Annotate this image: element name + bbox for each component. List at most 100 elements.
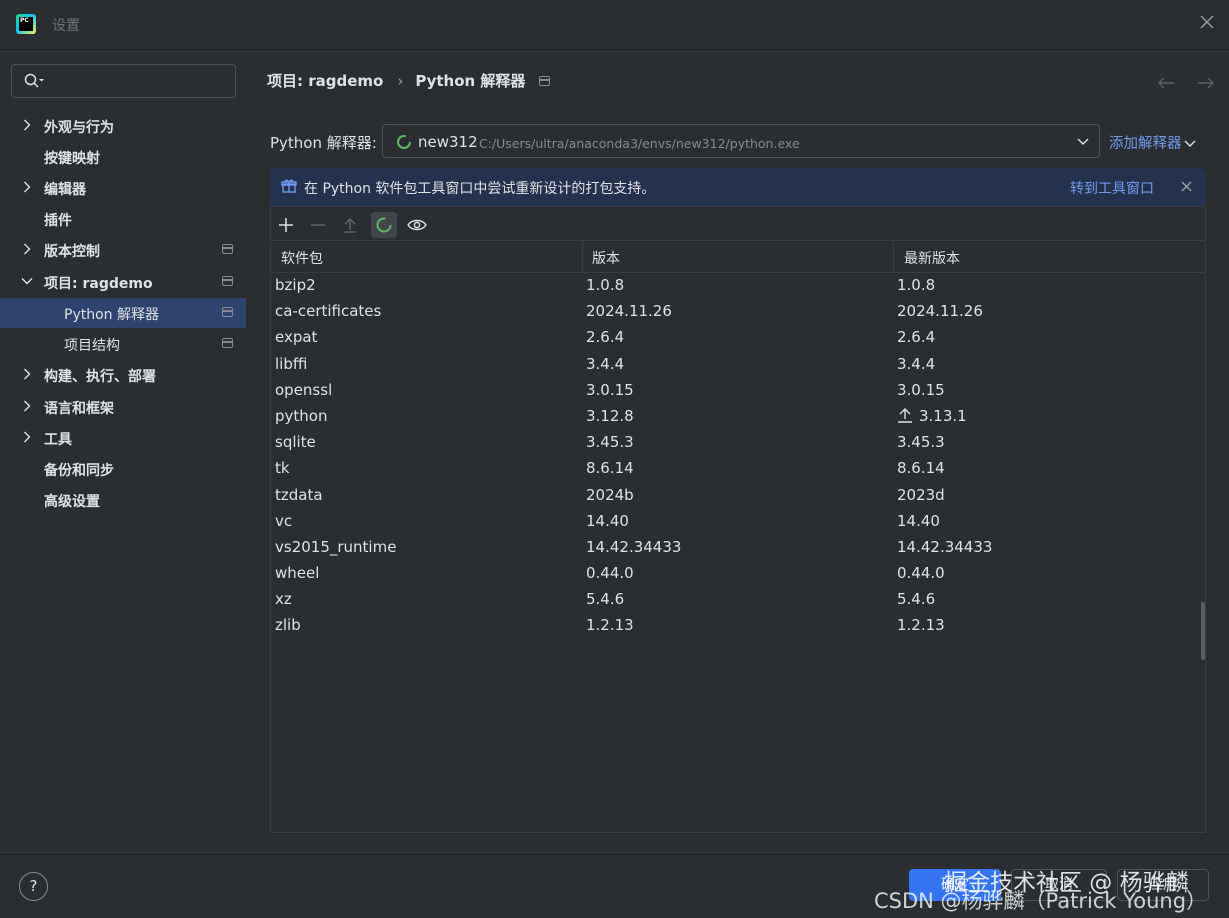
- loading-spinner-icon: [397, 135, 411, 149]
- column-header-latest[interactable]: 最新版本: [904, 248, 960, 268]
- table-row[interactable]: wheel 0.44.0 0.44.0: [271, 561, 1205, 587]
- chevron-right-icon[interactable]: [21, 181, 33, 193]
- package-name: wheel: [275, 564, 320, 583]
- latest-version-text: 2.6.4: [897, 328, 936, 347]
- upgrade-available-icon: [898, 407, 912, 423]
- open-tool-window-link[interactable]: 转到工具窗口: [1070, 178, 1154, 198]
- package-latest-version: 5.4.6: [897, 590, 935, 608]
- refresh-button[interactable]: [371, 212, 397, 238]
- uninstall-package-button[interactable]: [305, 212, 331, 238]
- package-name: tk: [275, 459, 290, 478]
- search-input[interactable]: [52, 71, 227, 91]
- close-icon[interactable]: [1181, 181, 1192, 192]
- sidebar-item[interactable]: 项目: ragdemo: [0, 267, 246, 297]
- plus-icon: [279, 218, 293, 232]
- table-row[interactable]: vs2015_runtime 14.42.34433 14.42.34433: [271, 535, 1205, 561]
- column-header-version[interactable]: 版本: [592, 248, 620, 268]
- table-row[interactable]: libffi 3.4.4 3.4.4: [271, 352, 1205, 378]
- sidebar-item[interactable]: 版本控制: [0, 235, 246, 265]
- breadcrumb-project[interactable]: 项目: ragdemo: [267, 70, 383, 91]
- sidebar-item[interactable]: 构建、执行、部署: [0, 360, 246, 390]
- chevron-right-icon[interactable]: [21, 400, 33, 412]
- chevron-down-icon: [1077, 138, 1089, 145]
- pin-icon: [222, 276, 233, 286]
- chevron-right-icon[interactable]: [21, 243, 33, 255]
- chevron-down-icon: [1184, 140, 1195, 147]
- forward-arrow-icon[interactable]: [1198, 77, 1214, 89]
- install-package-button[interactable]: [273, 212, 299, 238]
- sidebar-item-label: 构建、执行、部署: [44, 369, 156, 385]
- sidebar-item[interactable]: 按键映射: [0, 142, 246, 172]
- package-name: libffi: [275, 354, 308, 373]
- sidebar-item[interactable]: Python 解释器: [0, 298, 246, 328]
- sidebar-item[interactable]: 语言和框架: [0, 392, 246, 422]
- sidebar-item-label: 项目: ragdemo: [44, 276, 153, 292]
- sidebar-item-label: 语言和框架: [44, 401, 114, 417]
- history-nav: [1158, 77, 1214, 89]
- sidebar-item[interactable]: 备份和同步: [0, 454, 246, 484]
- table-row[interactable]: expat 2.6.4 2.6.4: [271, 325, 1205, 351]
- notification-banner: 在 Python 软件包工具窗口中尝试重新设计的打包支持。 转到工具窗口: [270, 168, 1206, 206]
- package-version: 2024.11.26: [586, 302, 672, 321]
- package-name: openssl: [275, 380, 333, 399]
- pin-icon: [222, 244, 233, 254]
- sidebar-item[interactable]: 项目结构: [0, 329, 246, 359]
- sidebar-item[interactable]: 高级设置: [0, 485, 246, 515]
- show-early-releases-button[interactable]: [403, 212, 429, 238]
- package-version: 1.2.13: [586, 616, 634, 635]
- gift-icon: [281, 179, 297, 193]
- latest-version-text: 14.40: [897, 511, 940, 530]
- table-row[interactable]: openssl 3.0.15 3.0.15: [271, 378, 1205, 404]
- chevron-right-icon[interactable]: [21, 368, 33, 380]
- table-row[interactable]: python 3.12.8 3.13.1: [271, 404, 1205, 430]
- sidebar-item-label: 编辑器: [44, 182, 86, 198]
- sidebar-item-label: 高级设置: [44, 494, 100, 510]
- sidebar-item[interactable]: 编辑器: [0, 173, 246, 203]
- help-button[interactable]: ?: [19, 872, 48, 901]
- table-row[interactable]: sqlite 3.45.3 3.45.3: [271, 430, 1205, 456]
- table-row[interactable]: bzip2 1.0.8 1.0.8: [271, 273, 1205, 299]
- sidebar-item-label: Python 解释器: [64, 307, 159, 323]
- sidebar-item-label: 插件: [44, 213, 72, 229]
- table-row[interactable]: zlib 1.2.13 1.2.13: [271, 613, 1205, 639]
- sidebar-item[interactable]: 插件: [0, 204, 246, 234]
- latest-version-text: 3.45.3: [897, 433, 945, 452]
- close-icon[interactable]: [1199, 14, 1215, 30]
- settings-search[interactable]: [11, 64, 236, 98]
- package-name: sqlite: [275, 433, 316, 452]
- table-header: 软件包 版本 最新版本: [271, 241, 1205, 273]
- table-row[interactable]: tzdata 2024b 2023d: [271, 483, 1205, 509]
- add-interpreter-link[interactable]: 添加解释器: [1109, 132, 1196, 153]
- table-row[interactable]: xz 5.4.6 5.4.6: [271, 587, 1205, 613]
- pin-icon[interactable]: [539, 76, 551, 86]
- package-latest-version: 2023d: [897, 486, 945, 504]
- sidebar-item[interactable]: 外观与行为: [0, 111, 246, 141]
- column-divider[interactable]: [582, 241, 583, 273]
- search-icon: [24, 73, 44, 88]
- chevron-down-icon[interactable]: [21, 275, 33, 287]
- package-latest-version: 2.6.4: [897, 328, 935, 346]
- package-version: 5.4.6: [586, 590, 625, 609]
- add-interpreter-label: 添加解释器: [1109, 136, 1182, 152]
- loading-spinner-icon: [376, 217, 392, 233]
- interpreter-select[interactable]: new312 C:/Users/ultra/anaconda3/envs/new…: [382, 124, 1100, 158]
- column-divider[interactable]: [893, 241, 894, 273]
- table-row[interactable]: vc 14.40 14.40: [271, 509, 1205, 535]
- upgrade-package-button[interactable]: [337, 212, 363, 238]
- chevron-right-icon[interactable]: [21, 431, 33, 443]
- table-row[interactable]: tk 8.6.14 8.6.14: [271, 456, 1205, 482]
- package-latest-version: 3.13.1: [897, 407, 967, 425]
- sidebar-item[interactable]: 工具: [0, 423, 246, 453]
- back-arrow-icon[interactable]: [1158, 77, 1174, 89]
- table-row[interactable]: ca-certificates 2024.11.26 2024.11.26: [271, 299, 1205, 325]
- latest-version-text: 0.44.0: [897, 564, 945, 583]
- scrollbar-thumb[interactable]: [1201, 602, 1205, 660]
- breadcrumb: 项目: ragdemo › Python 解释器: [267, 70, 551, 91]
- latest-version-text: 8.6.14: [897, 459, 945, 478]
- package-name: tzdata: [275, 485, 323, 504]
- breadcrumb-page: Python 解释器: [415, 72, 526, 90]
- column-header-package[interactable]: 软件包: [281, 248, 323, 268]
- pin-icon: [222, 307, 233, 317]
- packages-table: 软件包 版本 最新版本 bzip2 1.0.8 1.0.8 ca-certificat…: [271, 241, 1205, 640]
- chevron-right-icon[interactable]: [21, 119, 33, 131]
